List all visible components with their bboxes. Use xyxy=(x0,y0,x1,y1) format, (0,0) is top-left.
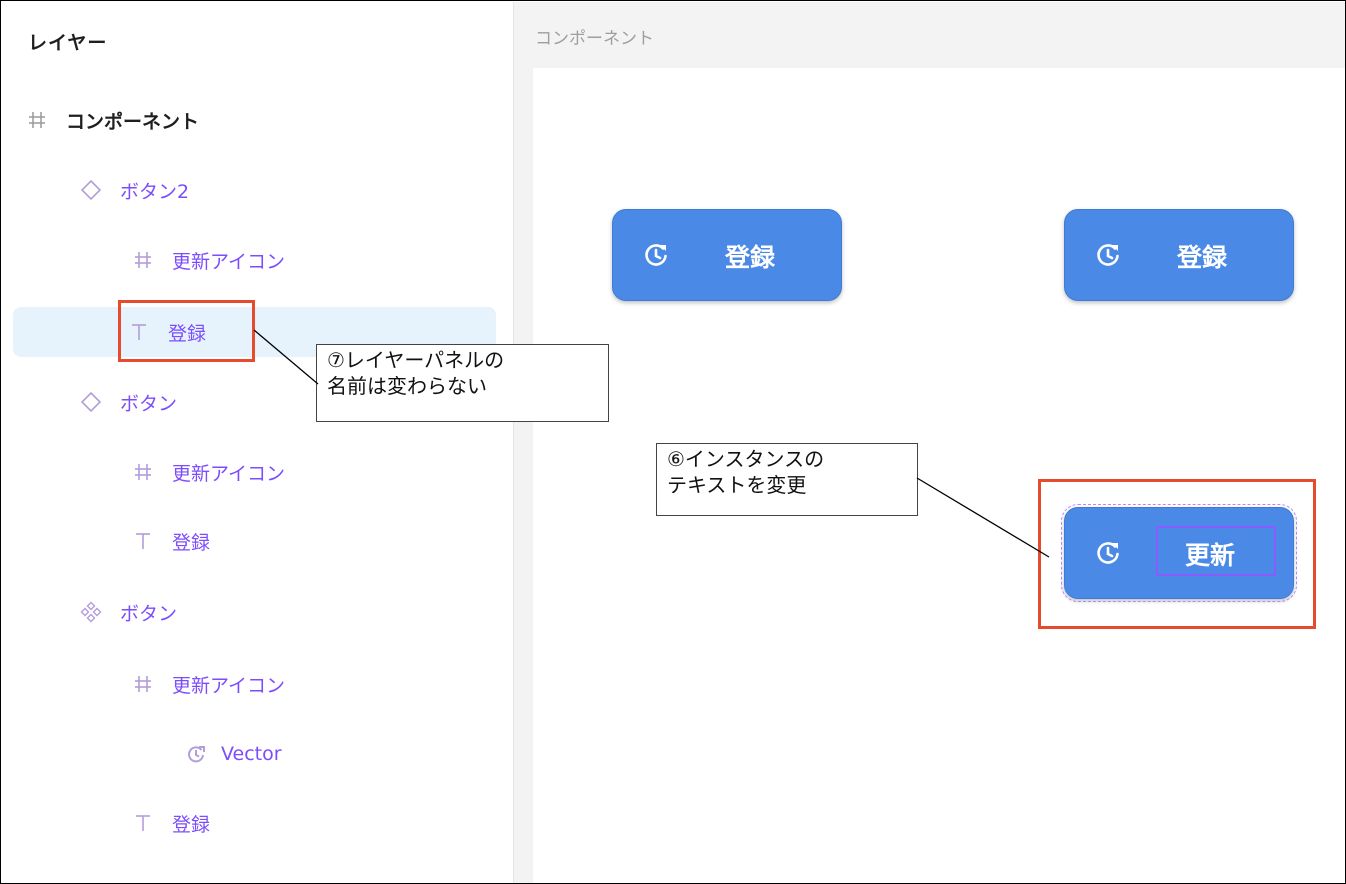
frame-icon xyxy=(26,109,48,131)
layer-item-instance[interactable]: ボタン xyxy=(80,377,177,427)
button-component-2[interactable]: 登録 xyxy=(1064,209,1294,301)
layer-item-label: Vector xyxy=(221,743,282,765)
highlight-box-instance xyxy=(1038,479,1316,629)
component-instance-icon xyxy=(80,179,102,201)
highlight-box-layer xyxy=(118,300,255,362)
text-icon xyxy=(132,812,154,834)
layer-item-label: 更新アイコン xyxy=(172,250,286,273)
callout-6-line1: ⑥インスタンスの xyxy=(667,447,825,471)
button-label: 登録 xyxy=(1177,243,1228,272)
layer-item-frame[interactable]: コンポーネント xyxy=(26,95,199,145)
callout-7-line2: 名前は変わらない xyxy=(327,374,487,398)
frame-icon xyxy=(132,461,154,483)
layer-item-instance[interactable]: ボタン2 xyxy=(80,165,189,215)
panel-divider[interactable] xyxy=(513,2,534,883)
layer-item-label: ボタン xyxy=(120,392,178,415)
layers-panel-title: レイヤー xyxy=(28,32,108,54)
frame-icon xyxy=(132,249,154,271)
canvas-frame[interactable]: 登録 登録 更新 xyxy=(533,68,1345,883)
layer-item-label: コンポーネント xyxy=(66,110,200,133)
layer-item-vector[interactable]: Vector xyxy=(185,729,282,779)
layer-item-label: 登録 xyxy=(172,813,211,836)
button-label: 登録 xyxy=(725,243,776,272)
component-instance-icon xyxy=(80,391,102,413)
layer-item-label: 更新アイコン xyxy=(172,674,286,697)
layer-item-main-component[interactable]: ボタン xyxy=(80,587,177,637)
layer-item-frame[interactable]: 更新アイコン xyxy=(132,235,285,285)
callout-6-line2: テキストを変更 xyxy=(667,473,807,497)
layers-panel: レイヤー コンポーネント ボタン2 更新アイコン 登録 ボタン 更新アイコン 登… xyxy=(2,2,513,883)
vector-icon xyxy=(185,743,207,765)
layer-item-label: ボタン xyxy=(120,602,178,625)
refresh-clock-icon xyxy=(1097,244,1119,266)
layer-item-frame[interactable]: 更新アイコン xyxy=(132,447,285,497)
callout-7: ⑦レイヤーパネルの 名前は変わらない xyxy=(316,344,609,422)
layer-item-label: 更新アイコン xyxy=(172,462,286,485)
screenshot-frame: レイヤー コンポーネント ボタン2 更新アイコン 登録 ボタン 更新アイコン 登… xyxy=(0,0,1346,884)
layer-item-text[interactable]: 登録 xyxy=(132,798,210,848)
layer-item-frame[interactable]: 更新アイコン xyxy=(132,659,285,709)
layer-item-text[interactable]: 登録 xyxy=(132,516,210,566)
callout-6: ⑥インスタンスの テキストを変更 xyxy=(656,443,918,516)
main-component-icon xyxy=(80,601,102,623)
callout-7-line1: ⑦レイヤーパネルの xyxy=(327,348,505,372)
frame-title[interactable]: コンポーネント xyxy=(535,24,654,49)
text-icon xyxy=(132,530,154,552)
refresh-clock-icon xyxy=(645,244,667,266)
frame-icon xyxy=(132,673,154,695)
canvas[interactable]: コンポーネント 登録 登録 更新 xyxy=(533,2,1345,883)
button-component-1[interactable]: 登録 xyxy=(612,209,842,301)
layer-item-label: ボタン2 xyxy=(120,180,190,203)
layer-item-label: 登録 xyxy=(172,531,211,554)
